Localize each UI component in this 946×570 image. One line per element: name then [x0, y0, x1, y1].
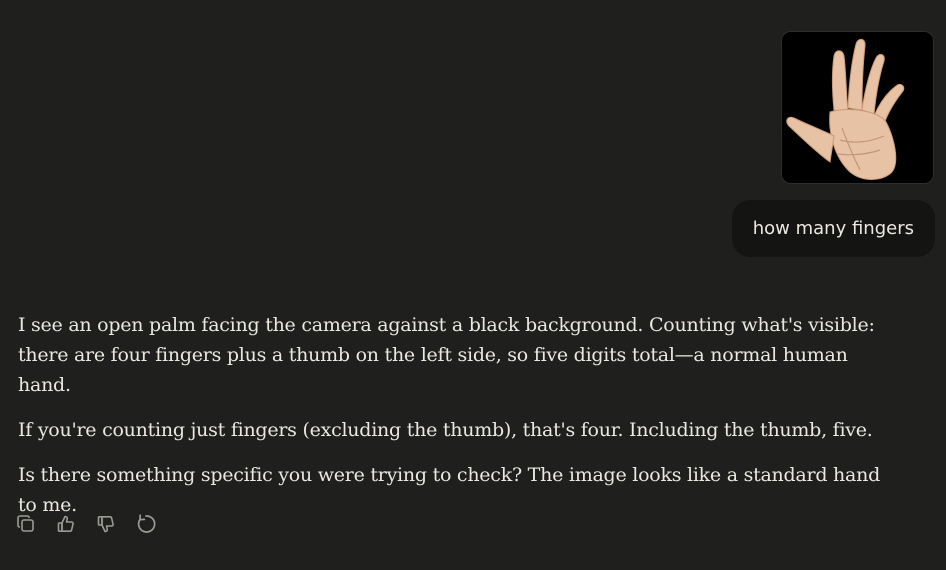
thumbs-up-icon [57, 515, 74, 532]
user-attached-image[interactable] [782, 32, 933, 183]
retry-icon [137, 514, 156, 533]
user-message-bubble: how many fingers [731, 200, 935, 257]
message-actions [15, 511, 157, 537]
thumbs-down-icon [97, 515, 114, 533]
assistant-message: I see an open palm facing the camera aga… [18, 310, 898, 535]
open-palm-hand-image [782, 32, 933, 183]
thumbs-down-button[interactable] [95, 511, 117, 537]
copy-icon [17, 515, 34, 532]
assistant-paragraph: I see an open palm facing the camera aga… [18, 314, 875, 396]
thumbs-up-button[interactable] [55, 511, 77, 537]
copy-button[interactable] [15, 511, 37, 537]
assistant-paragraph: If you're counting just fingers (excludi… [18, 419, 873, 441]
user-message-text: how many fingers [752, 218, 914, 239]
retry-button[interactable] [135, 511, 157, 537]
